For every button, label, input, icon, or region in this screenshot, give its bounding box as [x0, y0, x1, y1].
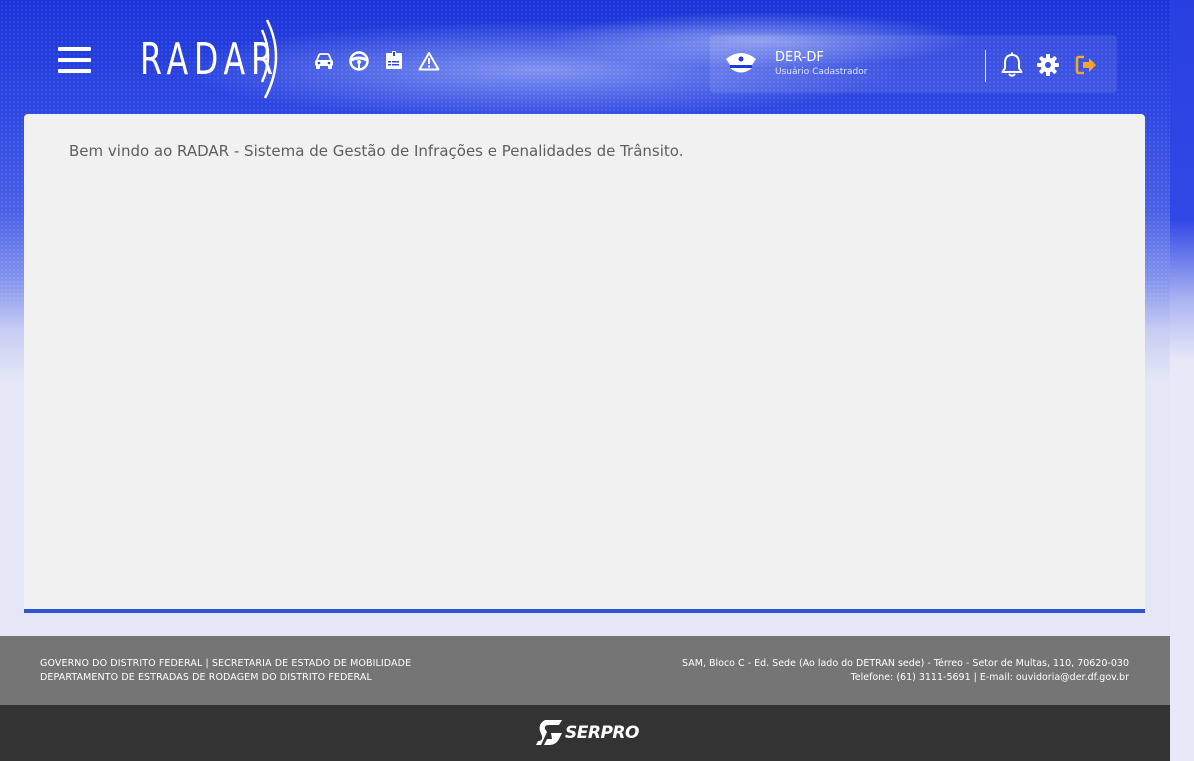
module-nav	[313, 50, 440, 72]
logout-icon[interactable]	[1074, 52, 1100, 78]
footer-phone-email: Telefone: (61) 3111-5691 | E-mail: ouvid…	[850, 672, 1129, 683]
welcome-message: Bem vindo ao RADAR - Sistema de Gestão d…	[69, 142, 684, 160]
police-cap-icon	[724, 49, 758, 81]
radar-logo[interactable]: RADAR	[140, 18, 290, 102]
footer-institution: GOVERNO DO DISTRITO FEDERAL | SECRETARIA…	[40, 657, 411, 685]
footer-address: SAM, Bloco C - Ed. Sede (Ao lado do DETR…	[682, 658, 1129, 669]
radar-waves-icon	[260, 19, 278, 99]
page-edge-background	[1170, 0, 1194, 761]
footer-institution-line1: GOVERNO DO DISTRITO FEDERAL | SECRETARIA…	[40, 658, 412, 669]
user-role: Usuário Cadastrador	[775, 67, 868, 77]
hamburger-icon-bar	[58, 69, 91, 73]
warning-icon[interactable]	[418, 50, 440, 72]
serpro-logo[interactable]: SERPRO	[535, 719, 639, 747]
hamburger-icon	[58, 47, 91, 51]
menu-button[interactable]	[58, 45, 92, 75]
user-panel: DER-DF Usuário Cadastrador	[710, 35, 1117, 93]
serpro-mark-icon	[536, 720, 562, 745]
gear-icon[interactable]	[1035, 52, 1061, 78]
main-content-card: Bem vindo ao RADAR - Sistema de Gestão d…	[24, 114, 1145, 613]
bell-icon[interactable]	[999, 52, 1025, 78]
car-icon[interactable]	[313, 50, 335, 72]
document-list-icon[interactable]	[383, 50, 405, 72]
footer-institution-line2: DEPARTAMENTO DE ESTRADAS DE RODAGEM DO D…	[40, 672, 372, 683]
footer-contact: SAM, Bloco C - Ed. Sede (Ao lado do DETR…	[682, 657, 1129, 685]
user-name: DER-DF	[775, 50, 824, 65]
footer-brand-bar: SERPRO	[0, 705, 1170, 761]
serpro-logo-text: SERPRO	[565, 723, 639, 743]
hamburger-icon-bar	[58, 58, 91, 62]
user-panel-divider	[985, 50, 986, 82]
footer-info: GOVERNO DO DISTRITO FEDERAL | SECRETARIA…	[0, 636, 1170, 705]
steering-wheel-icon[interactable]	[348, 50, 370, 72]
